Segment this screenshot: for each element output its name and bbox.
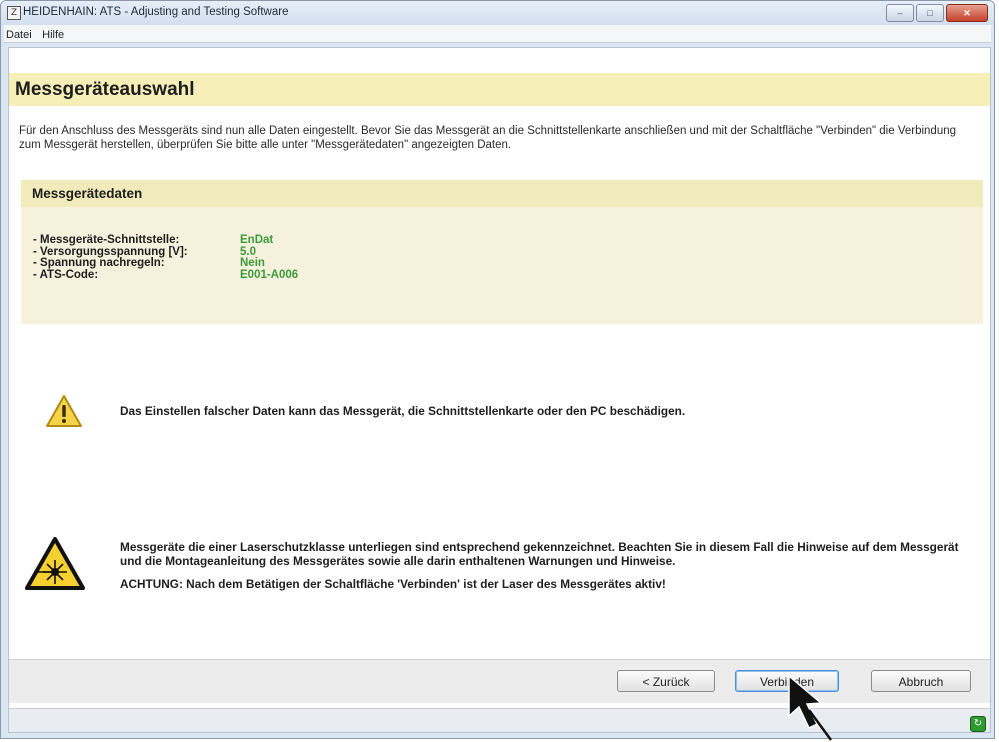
param-value: E001-A006 (240, 268, 299, 281)
mouse-pointer-icon (788, 674, 833, 741)
page-header: Messgeräteauswahl (9, 73, 990, 106)
connection-status-icon: ↻ (970, 716, 986, 732)
close-button[interactable]: ✕ (946, 4, 988, 22)
device-data-panel: Messgerätedaten - Messgeräte-Schnittstel… (21, 180, 983, 324)
warning-triangle-icon (46, 395, 82, 427)
laser-notice: Messgeräte die einer Laserschutzklasse u… (120, 540, 960, 592)
page-title: Messgeräteauswahl (15, 79, 195, 100)
app-z-icon[interactable]: Z (7, 6, 21, 20)
param-row-interface: - Messgeräte-Schnittstelle: EnDat (33, 234, 298, 247)
menu-hilfe[interactable]: Hilfe (40, 27, 68, 41)
window-title: HEIDENHAIN: ATS - Adjusting and Testing … (23, 6, 289, 18)
device-data-header: Messgerätedaten (21, 180, 983, 207)
intro-text: Für den Anschluss des Messgeräts sind nu… (19, 125, 957, 151)
param-label: - Spannung nachregeln: (33, 257, 165, 269)
param-label: - ATS-Code: (33, 268, 99, 281)
menu-bar: Datei Hilfe (4, 25, 991, 43)
device-data-list: - Messgeräte-Schnittstelle: EnDat - Vers… (33, 234, 299, 282)
param-row-ats-code: - ATS-Code: E001-A006 (33, 268, 299, 282)
window-controls: – □ ✕ (884, 4, 988, 22)
param-value: Nein (240, 257, 265, 269)
app-window: Z HEIDENHAIN: ATS - Adjusting and Testin… (0, 0, 995, 739)
minimize-button[interactable]: – (886, 4, 914, 22)
maximize-button[interactable]: □ (916, 4, 944, 22)
laser-text: Messgeräte die einer Laserschutzklasse u… (120, 540, 959, 568)
warning-text: Das Einstellen falscher Daten kann das M… (120, 404, 686, 418)
param-value: EnDat (240, 234, 274, 246)
content-area: Messgeräteauswahl Für den Anschluss des … (8, 47, 991, 733)
device-data-title: Messgerätedaten (32, 186, 143, 201)
back-button[interactable]: < Zurück (617, 670, 715, 692)
menu-datei[interactable]: Datei (4, 27, 36, 41)
laser-hazard-icon (25, 537, 85, 590)
laser-warning-note: ACHTUNG: Nach dem Betätigen der Schaltfl… (120, 577, 666, 591)
param-label: - Messgeräte-Schnittstelle: (33, 234, 180, 246)
param-row-readjust: - Spannung nachregeln: Nein (33, 257, 298, 270)
cancel-button[interactable]: Abbruch (871, 670, 971, 692)
title-bar[interactable]: Z HEIDENHAIN: ATS - Adjusting and Testin… (1, 1, 994, 25)
